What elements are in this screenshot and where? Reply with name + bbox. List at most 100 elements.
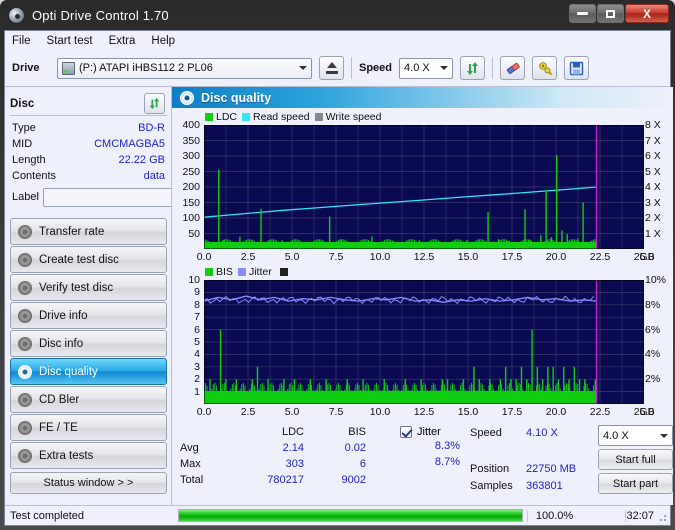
disc-row-key: Contents bbox=[12, 170, 57, 182]
jitter-checkbox[interactable] bbox=[400, 426, 412, 438]
legend-swatch-extra bbox=[279, 267, 288, 276]
drive-select[interactable]: (P:) ATAPI iHBS112 2 PL06 bbox=[57, 57, 312, 79]
menu-item-extra[interactable]: Extra bbox=[109, 35, 136, 47]
y-tick-label: 9 bbox=[194, 286, 200, 299]
sidebar-item-label: Transfer rate bbox=[39, 225, 105, 238]
eject-button[interactable] bbox=[319, 56, 344, 80]
legend-swatch bbox=[242, 112, 251, 121]
menu-bar: File Start test Extra Help bbox=[5, 31, 670, 50]
disc-row-value: BD-R bbox=[138, 122, 165, 134]
sidebar-item-transfer-rate[interactable]: Transfer rate bbox=[10, 218, 167, 245]
x-tick-label: 22.5 bbox=[589, 406, 611, 418]
disc-row-value: data bbox=[143, 170, 165, 182]
close-button[interactable]: X bbox=[625, 4, 669, 23]
x-axis-unit: GB bbox=[639, 406, 655, 418]
legend-item-read-speed: Read speed bbox=[242, 111, 310, 123]
refresh-button[interactable] bbox=[460, 56, 486, 80]
legend-label: Write speed bbox=[325, 110, 382, 123]
y-tick-label: 2 bbox=[194, 373, 200, 386]
disc-refresh-button[interactable] bbox=[144, 93, 165, 114]
legend-label: Jitter bbox=[248, 265, 272, 278]
y-tick-label: 5 bbox=[194, 336, 200, 348]
sidebar-item-label: Disc info bbox=[39, 337, 84, 350]
readout-values: Speed 4.10 X Position 22750 MB Samples 3… bbox=[470, 424, 598, 494]
sidebar-item-label: Verify test disc bbox=[39, 281, 114, 294]
sidebar-item-fe-te[interactable]: FE / TE bbox=[10, 414, 167, 441]
legend-item-jitter: Jitter bbox=[237, 265, 272, 278]
disc-label-row: Label bbox=[12, 187, 241, 207]
y2-tick-label: 5 X bbox=[645, 165, 661, 178]
disc-row-type: Type BD-R bbox=[12, 120, 165, 136]
readout-position: Position 22750 MB bbox=[470, 460, 598, 477]
sidebar-item-label: Extra tests bbox=[39, 449, 94, 462]
resize-grip[interactable] bbox=[656, 511, 668, 523]
x-tick-label: 10.0 bbox=[369, 406, 391, 418]
sidebar-item-disc-info[interactable]: Disc info bbox=[10, 330, 167, 357]
test-speed-select[interactable]: 4.0 X bbox=[598, 425, 673, 446]
menu-item-file[interactable]: File bbox=[12, 35, 31, 47]
menu-item-start-test[interactable]: Start test bbox=[47, 35, 93, 47]
x-tick-label: 7.5 bbox=[328, 251, 344, 263]
charts: LDC Read speed Write speed 400 350 300 250 2… bbox=[172, 108, 673, 420]
y-tick-label: 100 bbox=[182, 212, 200, 224]
sidebar-item-cd-bler[interactable]: CD Bler bbox=[10, 386, 167, 413]
stats-row-label: Total bbox=[180, 474, 204, 486]
x-tick-label: 10.0 bbox=[369, 251, 391, 263]
sidebar-item-drive-info[interactable]: Drive info bbox=[10, 302, 167, 329]
save-button[interactable] bbox=[564, 56, 590, 80]
speed-select[interactable]: 4.0 X bbox=[399, 57, 454, 79]
stats-row-label: Avg bbox=[180, 442, 199, 454]
window-controls: X bbox=[569, 4, 669, 23]
x-tick-label: 0.0 bbox=[196, 406, 212, 418]
eraser-button[interactable] bbox=[500, 56, 526, 80]
start-part-button[interactable]: Start part bbox=[598, 473, 673, 494]
progress-fill bbox=[179, 510, 522, 521]
sidebar-item-disc-quality[interactable]: Disc quality bbox=[10, 358, 167, 385]
jitter-value-max: 8.7% bbox=[434, 456, 460, 468]
y2-tick-label: 7 X bbox=[645, 134, 661, 147]
maximize-button[interactable] bbox=[597, 4, 624, 23]
chart-1-x-axis: 0.0 2.5 5.0 7.5 10.0 12.5 15.0 17.5 20.0 22.5 25.0… bbox=[172, 251, 673, 265]
legend-label: LDC bbox=[216, 110, 238, 123]
jitter-label: Jitter bbox=[417, 426, 441, 438]
extra-tests-icon bbox=[18, 448, 32, 463]
y2-tick-label: 1 X bbox=[645, 227, 661, 240]
x-axis-unit: GB bbox=[639, 251, 655, 263]
y-tick-label: 1 bbox=[194, 385, 200, 398]
y-tick-label: 400 bbox=[182, 119, 200, 131]
sidebar-item-verify-test-disc[interactable]: Verify test disc bbox=[10, 274, 167, 301]
sidebar-item-label: Disc quality bbox=[39, 365, 98, 378]
drive-icon bbox=[62, 61, 75, 75]
sidebar-item-label: FE / TE bbox=[39, 421, 78, 434]
chart-1-canvas bbox=[204, 125, 644, 249]
y-tick-label: 10 bbox=[188, 274, 200, 286]
toolbar-divider bbox=[492, 57, 494, 79]
maximize-icon bbox=[606, 9, 615, 18]
app-window: Opti Drive Control 1.70 X File Start tes… bbox=[0, 0, 675, 530]
x-tick-label: 0.0 bbox=[196, 251, 212, 263]
client-area: File Start test Extra Help Drive (P:) AT… bbox=[4, 30, 673, 526]
disc-label-key: Label bbox=[12, 191, 39, 203]
speed-select-value: 4.0 X bbox=[404, 62, 430, 74]
x-tick-label: 5.0 bbox=[284, 406, 300, 418]
tools-button[interactable] bbox=[532, 56, 558, 80]
minimize-button[interactable] bbox=[569, 4, 596, 23]
sidebar: Disc Type BD-R MID CMCMAGBA5 Length 22.2… bbox=[5, 87, 241, 505]
test-speed-value: 4.0 X bbox=[603, 429, 629, 442]
y2-tick-label: 4 X bbox=[645, 181, 661, 193]
disc-panel-title: Disc bbox=[10, 97, 35, 110]
disc-info-rows: Type BD-R MID CMCMAGBA5 Length 22.22 GB … bbox=[10, 116, 241, 213]
start-full-button[interactable]: Start full bbox=[598, 449, 673, 470]
speed-label: Speed bbox=[359, 62, 393, 74]
y-tick-label: 150 bbox=[182, 196, 200, 209]
status-window-button[interactable]: Status window > > bbox=[10, 472, 167, 494]
menu-item-help[interactable]: Help bbox=[151, 35, 175, 47]
nav-list: Transfer rate Create test disc Verify te… bbox=[10, 218, 167, 469]
sidebar-item-extra-tests[interactable]: Extra tests bbox=[10, 442, 167, 469]
x-tick-label: 2.5 bbox=[240, 406, 256, 418]
y-tick-label: 7 bbox=[194, 311, 200, 324]
sidebar-item-create-test-disc[interactable]: Create test disc bbox=[10, 246, 167, 273]
y-tick-label: 300 bbox=[182, 150, 200, 162]
jitter-column: Jitter 8.3% 8.7% bbox=[400, 424, 460, 472]
disc-row-mid: MID CMCMAGBA5 bbox=[12, 136, 165, 152]
